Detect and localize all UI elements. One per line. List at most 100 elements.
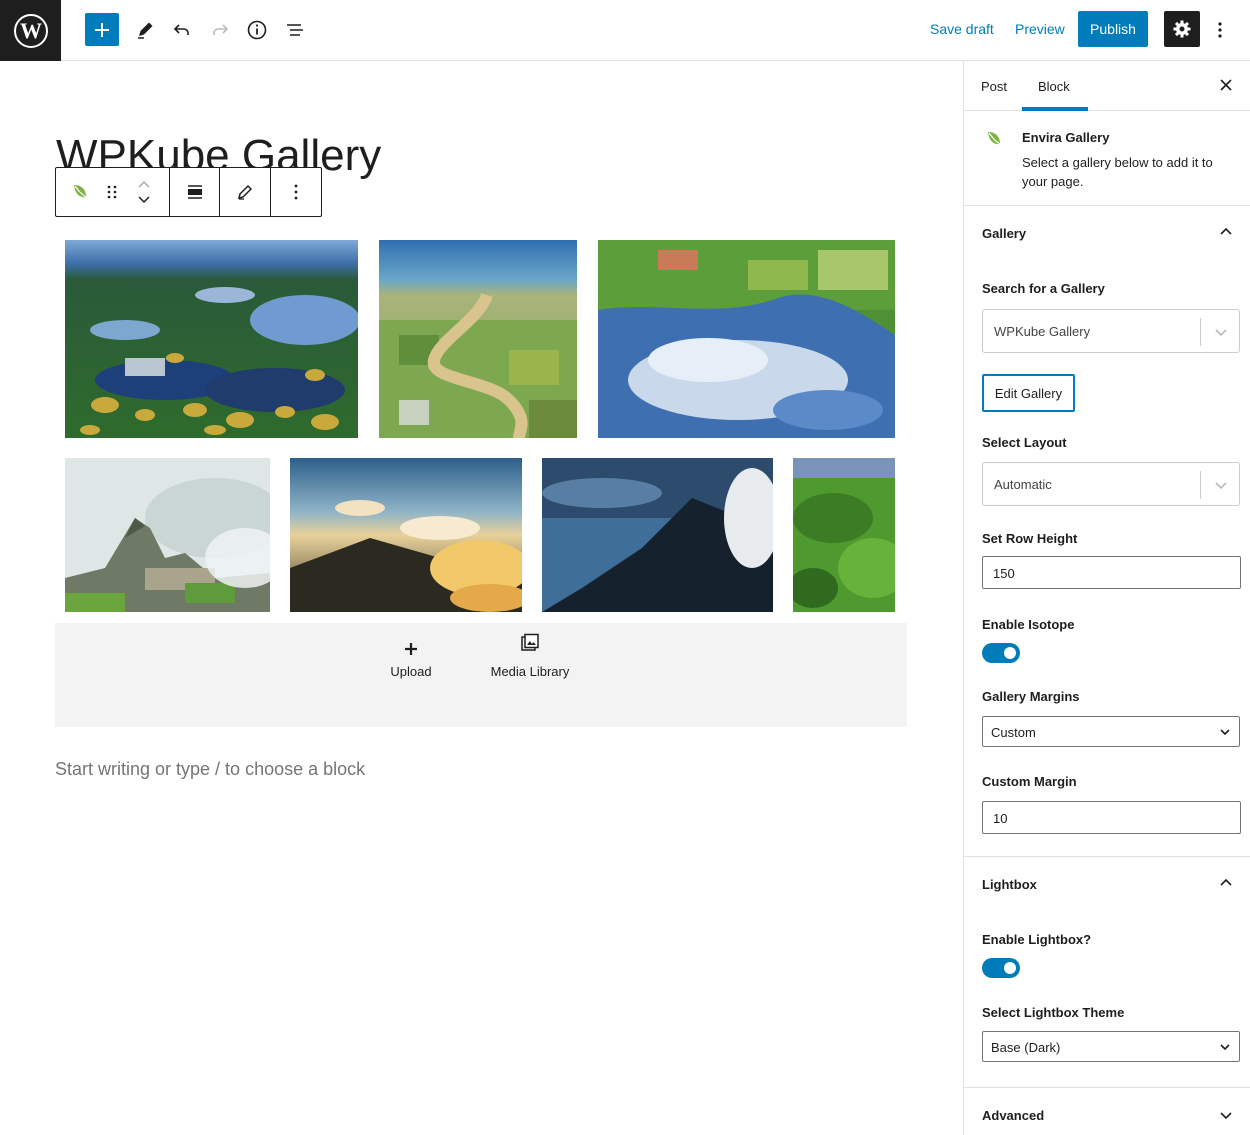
upload-label: Upload (390, 664, 432, 679)
gallery-image-river-valley[interactable] (379, 240, 577, 438)
gallery-image-clouds-sunrise[interactable] (290, 458, 522, 612)
pencil-icon (138, 22, 153, 39)
more-vertical-icon (1218, 22, 1222, 38)
lightbox-theme-select[interactable]: Base (Dark) (982, 1031, 1240, 1062)
list-view-icon (287, 24, 303, 36)
custom-margin-input[interactable]: 10 (982, 801, 1241, 834)
chevron-down-icon (1220, 1044, 1230, 1051)
block-card: Envira Gallery Select a gallery below to… (964, 111, 1250, 206)
panel-divider (964, 1087, 1250, 1088)
chevron-up-icon[interactable] (1218, 875, 1234, 891)
undo-icon (173, 24, 189, 35)
custom-margin-value: 10 (993, 811, 1008, 826)
gallery-margins-select[interactable]: Custom (982, 716, 1240, 747)
list-view-button[interactable] (278, 13, 312, 47)
edit-group (220, 168, 271, 216)
undo-button[interactable] (165, 13, 199, 47)
layout-value: Automatic (994, 477, 1052, 492)
drag-handle[interactable] (104, 168, 120, 216)
media-library-icon (521, 633, 539, 651)
edit-gallery-button[interactable]: Edit Gallery (982, 374, 1075, 412)
block-options-button[interactable] (271, 168, 321, 216)
advanced-panel-title[interactable]: Advanced (982, 1108, 1044, 1123)
align-wide-icon (187, 185, 202, 199)
block-switcher-group (56, 168, 170, 216)
plus-icon (95, 22, 109, 37)
align-button[interactable] (170, 168, 219, 216)
gallery-margins-label: Gallery Margins (982, 689, 1080, 704)
gallery-image-lake-reflection[interactable] (598, 240, 895, 438)
combobox-separator (1200, 471, 1201, 499)
gallery-search-value: WPKube Gallery (994, 324, 1091, 339)
chevron-down-icon (1215, 482, 1227, 490)
edit-gallery-toolbar-button[interactable] (220, 168, 270, 216)
settings-sidebar: Post Block Envira Gallery Select a galle… (963, 61, 1250, 1135)
more-group (271, 168, 321, 216)
block-card-description: Select a gallery below to add it to your… (1022, 155, 1213, 189)
layout-combobox[interactable]: Automatic (982, 462, 1240, 506)
align-group (170, 168, 220, 216)
chevron-up-icon[interactable] (1218, 224, 1234, 240)
gallery-margins-value: Custom (991, 725, 1036, 740)
gallery-image-machu-picchu[interactable] (65, 458, 270, 612)
chevron-down-icon (1215, 329, 1227, 337)
plus-icon (405, 643, 417, 655)
pencil-icon (237, 184, 253, 200)
enable-isotope-label: Enable Isotope (982, 617, 1075, 632)
envira-leaf-icon (988, 132, 1001, 145)
media-library-label: Media Library (490, 664, 570, 679)
drag-handle-icon (107, 185, 116, 199)
gallery-panel-title[interactable]: Gallery (982, 226, 1026, 241)
combobox-separator (1200, 318, 1201, 346)
media-library-button[interactable]: Media Library (489, 633, 571, 679)
toggle-knob (1004, 962, 1016, 974)
toggle-knob (1004, 647, 1016, 659)
gallery-search-combobox[interactable]: WPKube Gallery (982, 309, 1240, 353)
select-layout-label: Select Layout (982, 435, 1067, 450)
upload-button[interactable]: Upload (389, 642, 433, 679)
redo-icon (213, 24, 229, 35)
options-button[interactable] (1210, 13, 1230, 47)
sidebar-tabs: Post Block (964, 61, 1250, 111)
envira-leaf-icon (73, 185, 87, 198)
block-type-button[interactable] (56, 168, 104, 216)
block-toolbar (55, 167, 322, 217)
close-icon (1220, 79, 1232, 91)
block-card-title: Envira Gallery (1022, 130, 1110, 145)
more-vertical-icon (294, 184, 298, 200)
save-draft-button[interactable]: Save draft (930, 21, 994, 37)
search-gallery-label: Search for a Gallery (982, 281, 1105, 296)
row-height-label: Set Row Height (982, 531, 1078, 546)
publish-button[interactable]: Publish (1078, 11, 1148, 47)
redo-button[interactable] (203, 13, 237, 47)
preview-button[interactable]: Preview (1015, 21, 1065, 37)
gallery-image-aerial-lakes[interactable] (65, 240, 358, 438)
move-buttons (119, 168, 169, 216)
add-block-button[interactable] (85, 13, 119, 46)
chevron-down-icon (1220, 729, 1230, 736)
gallery-image-green-hills[interactable] (793, 458, 895, 612)
row-height-input[interactable]: 150 (982, 556, 1241, 589)
row-height-value: 150 (993, 566, 1015, 581)
info-icon (247, 20, 267, 40)
wordpress-logo-icon[interactable]: W (0, 0, 61, 61)
enable-lightbox-toggle[interactable] (982, 958, 1020, 978)
tab-block[interactable]: Block (1038, 79, 1070, 94)
gallery-upload-placeholder (55, 623, 907, 727)
custom-margin-label: Custom Margin (982, 774, 1077, 789)
editor-canvas: WPKube Gallery Upload Media Library Star… (0, 61, 963, 1135)
gallery-image-misty-mountain[interactable] (542, 458, 773, 612)
tab-post[interactable]: Post (981, 79, 1007, 94)
details-button[interactable] (240, 13, 274, 47)
tools-button[interactable] (128, 13, 162, 47)
enable-isotope-toggle[interactable] (982, 643, 1020, 663)
close-sidebar-button[interactable] (1216, 75, 1236, 95)
chevron-up-icon[interactable] (137, 180, 151, 190)
default-block-appender[interactable]: Start writing or type / to choose a bloc… (55, 759, 365, 780)
chevron-down-icon[interactable] (1218, 1107, 1234, 1123)
panel-divider (964, 856, 1250, 857)
chevron-down-icon[interactable] (137, 194, 151, 204)
lightbox-theme-value: Base (Dark) (991, 1040, 1061, 1055)
lightbox-panel-title[interactable]: Lightbox (982, 877, 1037, 892)
settings-button[interactable] (1164, 11, 1200, 47)
